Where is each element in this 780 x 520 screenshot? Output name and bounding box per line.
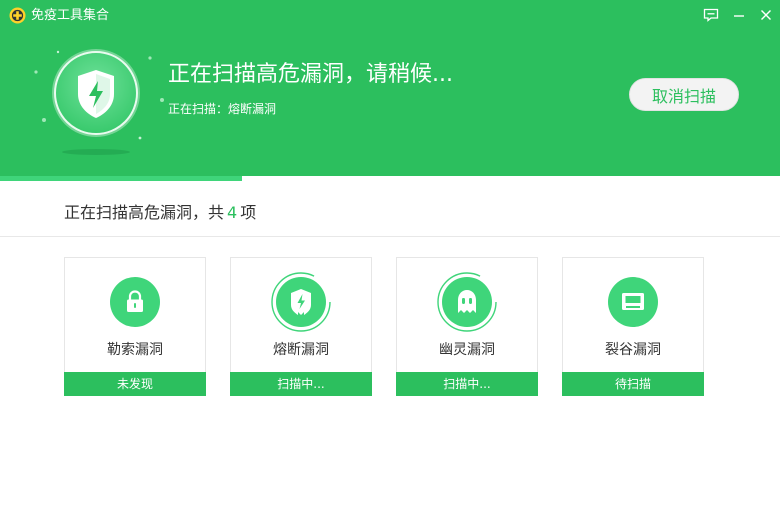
shield-bolt-icon — [271, 272, 331, 332]
minimize-button[interactable] — [728, 4, 750, 26]
vuln-card-name: 熔断漏洞 — [273, 342, 329, 358]
vuln-card-spectre: 幽灵漏洞 扫描中... — [396, 257, 538, 396]
app-logo-icon — [9, 7, 26, 24]
vuln-card-status: 扫描中... — [396, 372, 538, 396]
title-bar: 免疫工具集合 — [0, 0, 780, 30]
vuln-card-status: 待扫描 — [562, 372, 704, 396]
feedback-button[interactable] — [700, 4, 722, 26]
vuln-card-name: 幽灵漏洞 — [439, 342, 495, 358]
ghost-icon — [437, 272, 497, 332]
feedback-icon — [703, 8, 719, 22]
minimize-icon — [734, 15, 744, 17]
vuln-card-status: 未发现 — [64, 372, 206, 396]
vuln-card-rift: 裂谷漏洞 待扫描 — [562, 257, 704, 396]
vuln-card-name: 裂谷漏洞 — [605, 342, 661, 358]
vuln-card-ransomware: 勒索漏洞 未发现 — [64, 257, 206, 396]
scan-title: 正在扫描高危漏洞，请稍候... — [168, 62, 453, 87]
chip-icon — [608, 277, 658, 327]
cancel-scan-button[interactable]: 取消扫描 — [629, 78, 739, 111]
scan-progress-fill — [0, 176, 242, 181]
summary-prefix: 正在扫描高危漏洞，共 — [64, 203, 225, 222]
divider — [0, 236, 780, 237]
shield-badge — [52, 49, 140, 137]
vuln-card-status: 扫描中... — [230, 372, 372, 396]
close-button[interactable] — [755, 4, 777, 26]
scan-header: 免疫工具集合 正在扫描高危漏洞，请稍候... 正在扫描：熔断漏洞 取消扫描 — [0, 0, 780, 177]
window-title: 免疫工具集合 — [31, 8, 110, 23]
scan-subtitle: 正在扫描：熔断漏洞 — [168, 102, 277, 116]
scan-summary: 正在扫描高危漏洞，共 4 项 — [64, 202, 256, 224]
vuln-card-meltdown: 熔断漏洞 扫描中... — [230, 257, 372, 396]
summary-suffix: 项 — [240, 203, 257, 222]
summary-count: 4 — [227, 203, 238, 222]
app-window: 免疫工具集合 正在扫描高危漏洞，请稍候... 正在扫描：熔断漏洞 取消扫描 正在… — [0, 0, 780, 520]
vuln-card-name: 勒索漏洞 — [107, 342, 163, 358]
scan-progress-bar — [0, 176, 780, 181]
lock-icon — [110, 277, 160, 327]
close-icon — [761, 10, 771, 20]
